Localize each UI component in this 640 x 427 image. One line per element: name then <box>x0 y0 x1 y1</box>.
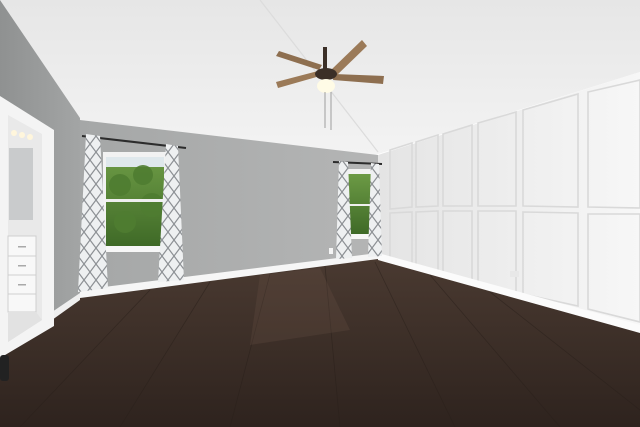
room-illustration <box>0 0 640 427</box>
bathroom-mirror <box>9 148 33 220</box>
right-window-rail <box>348 204 371 206</box>
electrical-outlet <box>510 271 519 277</box>
left-window-sill <box>100 246 170 252</box>
fan-light-kit <box>317 79 335 93</box>
room-photo <box>0 0 640 427</box>
left-window-sky <box>106 157 164 167</box>
door-edge <box>0 355 9 381</box>
electrical-outlet <box>329 248 333 254</box>
fan-downrod <box>323 47 327 71</box>
fan-motor <box>315 68 337 80</box>
left-window-rail <box>106 199 164 202</box>
